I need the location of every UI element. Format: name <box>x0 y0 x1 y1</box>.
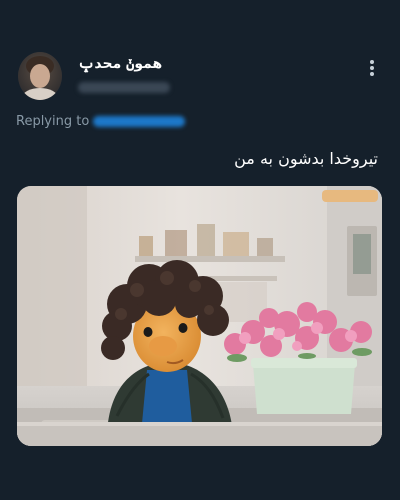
redacted-handle <box>78 82 170 93</box>
avatar[interactable] <box>18 52 62 100</box>
replying-to: Replying to <box>16 114 186 129</box>
replying-to-handle-redacted[interactable] <box>93 116 186 127</box>
display-name[interactable]: هموݩ محدݒ <box>78 56 162 72</box>
more-options-button[interactable] <box>360 56 384 80</box>
more-vertical-icon <box>370 60 374 76</box>
tweet-media-image[interactable] <box>17 186 382 446</box>
tweet-text: تیروخدا بدشون به من <box>234 149 378 168</box>
tweet-view: هموݩ محدݒ Replying to تیروخدا بدشون به م… <box>0 0 400 500</box>
replying-to-label: Replying to <box>16 114 90 129</box>
